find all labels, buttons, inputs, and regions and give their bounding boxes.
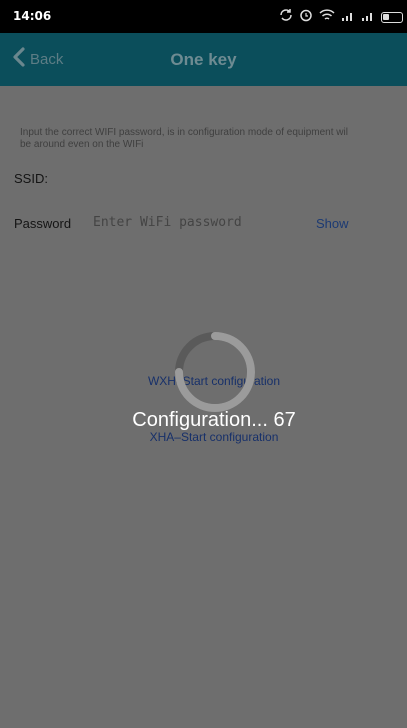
password-input[interactable] [93, 212, 293, 232]
status-time: 14:06 [13, 9, 52, 23]
password-label: Password [14, 216, 72, 231]
xha-start-configuration-button[interactable]: XHA–Start configuration [0, 430, 407, 444]
instruction-line: Input the correct WIFI password, is in c… [20, 127, 348, 138]
instruction-text: Input the correct WIFI password, is in c… [20, 127, 407, 151]
wifi-icon [319, 8, 335, 27]
show-password-button[interactable]: Show [316, 216, 349, 231]
back-button[interactable]: Back [12, 33, 63, 86]
status-bar: 14:06 [0, 0, 407, 33]
instruction-line: be around even on the WIFi [20, 139, 144, 150]
configuration-progress-text: Configuration... 67 [132, 409, 296, 431]
back-label: Back [30, 51, 64, 68]
ssid-label: SSID: [14, 171, 48, 186]
alarm-icon [299, 8, 313, 27]
status-icons [279, 8, 403, 27]
battery-icon [381, 12, 403, 23]
loading-spinner-icon [175, 332, 255, 412]
app-bar: One key Back [0, 33, 407, 86]
chevron-left-icon [12, 47, 26, 72]
signal-icon [361, 9, 375, 27]
sync-icon [279, 8, 293, 27]
signal-icon [341, 9, 355, 27]
